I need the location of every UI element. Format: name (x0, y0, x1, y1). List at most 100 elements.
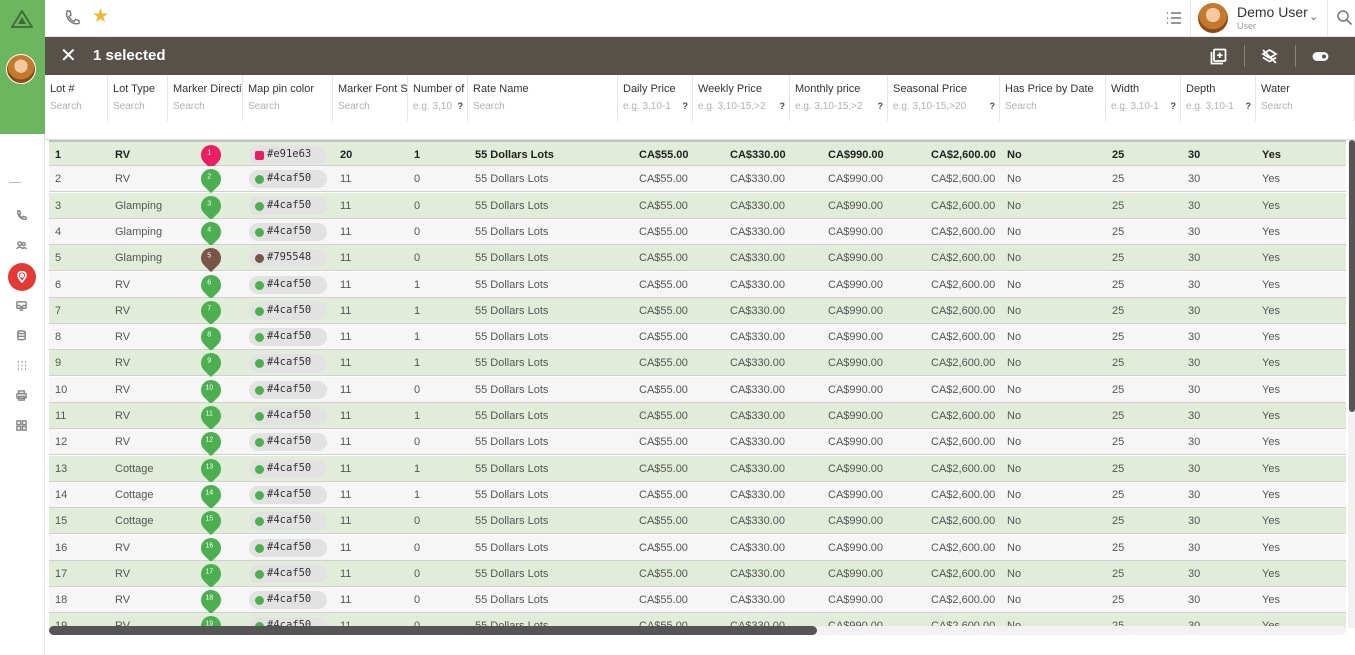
scrollbar-thumb[interactable] (1349, 140, 1355, 412)
column-header-daily-price[interactable]: Daily Price e.g. 3,10-1? (618, 75, 693, 121)
cell-water[interactable]: Yes (1262, 200, 1280, 212)
cell-font[interactable]: 11 (340, 305, 351, 317)
cell-daily[interactable]: CA$55.00 (639, 357, 688, 369)
qr-icon[interactable] (13, 417, 29, 433)
cell-rate[interactable]: 55 Dollars Lots (475, 410, 548, 422)
cell-seasonal[interactable]: CA$2,600.00 (931, 594, 995, 606)
cell-monthly[interactable]: CA$990.00 (828, 200, 883, 212)
cell-num[interactable]: 1 (414, 305, 420, 317)
cell-rate[interactable]: 55 Dollars Lots (475, 305, 548, 317)
column-filter-input[interactable]: e.g. 3,10-1 (623, 101, 671, 112)
cell-daily[interactable]: CA$55.00 (639, 200, 688, 212)
cell-has-date[interactable]: No (1007, 436, 1021, 448)
cell-weekly[interactable]: CA$330.00 (730, 173, 785, 185)
color-chip[interactable]: #4caf50 (249, 591, 327, 610)
cell-width[interactable]: 25 (1112, 331, 1124, 343)
cell-lot[interactable]: 10 (55, 384, 67, 396)
cell-has-date[interactable]: No (1007, 305, 1021, 317)
cell-has-date[interactable]: No (1007, 463, 1021, 475)
cell-monthly[interactable]: CA$990.00 (828, 149, 884, 161)
column-header-depth[interactable]: Depth e.g. 3,10-1? (1181, 75, 1256, 121)
table-row[interactable]: 5 Glamping 11 0 55 Dollars Lots CA$55.00 CA$33… (49, 244, 1346, 273)
cell-type[interactable]: Glamping (115, 226, 162, 238)
color-chip[interactable]: #4caf50 (249, 380, 327, 399)
map-marker-icon[interactable]: 11 (196, 401, 226, 431)
color-chip[interactable]: #e91e63 (249, 146, 327, 164)
cell-daily[interactable]: CA$55.00 (639, 463, 688, 475)
column-header-monthly-price[interactable]: Monthly price e.g. 3,10-15,>2? (790, 75, 888, 121)
color-chip[interactable]: #4caf50 (249, 196, 327, 215)
column-filter-input[interactable]: e.g. 3,10-1 (1111, 101, 1159, 112)
filter-help-icon[interactable]: ? (1246, 101, 1252, 111)
table-row[interactable]: 15 Cottage 11 0 55 Dollars Lots CA$55.00 CA$33… (49, 507, 1346, 536)
cell-water[interactable]: Yes (1262, 568, 1280, 580)
table-row[interactable]: 1 RV 20 1 55 Dollars Lots CA$55.00 CA$330.00 CA… (49, 140, 1346, 170)
cell-width[interactable]: 25 (1112, 384, 1124, 396)
cell-water[interactable]: Yes (1262, 357, 1280, 369)
column-filter-input[interactable]: Search (473, 101, 505, 112)
cell-monthly[interactable]: CA$990.00 (828, 489, 883, 501)
cell-weekly[interactable]: CA$330.00 (730, 279, 785, 291)
map-marker-icon[interactable]: 4 (196, 217, 226, 247)
cell-weekly[interactable]: CA$330.00 (730, 331, 785, 343)
cell-seasonal[interactable]: CA$2,600.00 (931, 463, 995, 475)
cell-daily[interactable]: CA$55.00 (639, 331, 688, 343)
cell-width[interactable]: 25 (1112, 149, 1124, 161)
column-label[interactable]: Width (1111, 83, 1139, 95)
cell-monthly[interactable]: CA$990.00 (828, 384, 883, 396)
cell-type[interactable]: RV (115, 331, 130, 343)
cell-depth[interactable]: 30 (1188, 410, 1200, 422)
cell-water[interactable]: Yes (1262, 279, 1280, 291)
color-chip[interactable]: #4caf50 (249, 301, 327, 320)
cell-num[interactable]: 0 (414, 226, 420, 238)
cell-has-date[interactable]: No (1007, 410, 1021, 422)
cell-rate[interactable]: 55 Dollars Lots (475, 357, 548, 369)
column-header-marker-font-size[interactable]: Marker Font Size Search (333, 75, 408, 121)
column-filter-input[interactable]: e.g. 3,10-15,>2 (698, 101, 766, 112)
cell-has-date[interactable]: No (1007, 331, 1021, 343)
list-icon[interactable] (1165, 9, 1183, 27)
cell-type[interactable]: RV (115, 357, 130, 369)
cell-has-date[interactable]: No (1007, 200, 1021, 212)
cell-depth[interactable]: 30 (1188, 200, 1200, 212)
cell-lot[interactable]: 8 (55, 331, 61, 343)
map-marker-icon[interactable]: 7 (196, 296, 226, 325)
column-header-width[interactable]: Width e.g. 3,10-1? (1106, 75, 1181, 121)
cell-lot[interactable]: 17 (55, 568, 67, 580)
column-label[interactable]: Number of (413, 83, 464, 95)
users-icon[interactable] (13, 237, 29, 253)
column-filter-input[interactable]: Search (338, 101, 370, 112)
cell-monthly[interactable]: CA$990.00 (828, 252, 883, 264)
cell-lot[interactable]: 7 (55, 305, 61, 317)
cell-num[interactable]: 1 (414, 357, 420, 369)
cell-lot[interactable]: 3 (55, 200, 61, 212)
cell-font[interactable]: 11 (340, 489, 351, 501)
cell-type[interactable]: Cottage (115, 463, 154, 475)
filter-help-icon[interactable]: ? (1171, 101, 1177, 111)
cell-weekly[interactable]: CA$330.00 (730, 149, 786, 161)
user-avatar[interactable] (1198, 3, 1228, 33)
table-row[interactable]: 7 RV 11 1 55 Dollars Lots CA$55.00 CA$330.00 CA… (49, 296, 1346, 325)
cell-num[interactable]: 1 (414, 331, 420, 343)
cell-seasonal[interactable]: CA$2,600.00 (931, 357, 995, 369)
cell-font[interactable]: 11 (340, 252, 351, 264)
color-chip[interactable]: #4caf50 (249, 275, 327, 294)
cell-num[interactable]: 0 (414, 252, 420, 264)
cell-seasonal[interactable]: CA$2,600.00 (931, 515, 995, 527)
cell-width[interactable]: 25 (1112, 305, 1124, 317)
cell-depth[interactable]: 30 (1188, 568, 1200, 580)
cell-lot[interactable]: 12 (55, 436, 67, 448)
filter-help-icon[interactable]: ? (780, 101, 786, 111)
column-label[interactable]: Water (1261, 83, 1290, 95)
cell-type[interactable]: RV (115, 410, 130, 422)
column-header-marker-direction[interactable]: Marker Direction Search (168, 75, 243, 121)
cell-depth[interactable]: 30 (1188, 279, 1200, 291)
map-marker-icon[interactable]: 2 (196, 165, 226, 194)
cell-num[interactable]: 0 (414, 173, 420, 185)
column-filter-input[interactable]: e.g. 3,10-1 (1186, 101, 1234, 112)
table-row[interactable]: 6 RV 11 1 55 Dollars Lots CA$55.00 CA$330.00 CA… (49, 270, 1346, 299)
cell-font[interactable]: 11 (340, 226, 351, 238)
column-label[interactable]: Depth (1186, 83, 1215, 95)
color-chip[interactable]: #4caf50 (249, 407, 327, 425)
cell-weekly[interactable]: CA$330.00 (730, 515, 785, 527)
